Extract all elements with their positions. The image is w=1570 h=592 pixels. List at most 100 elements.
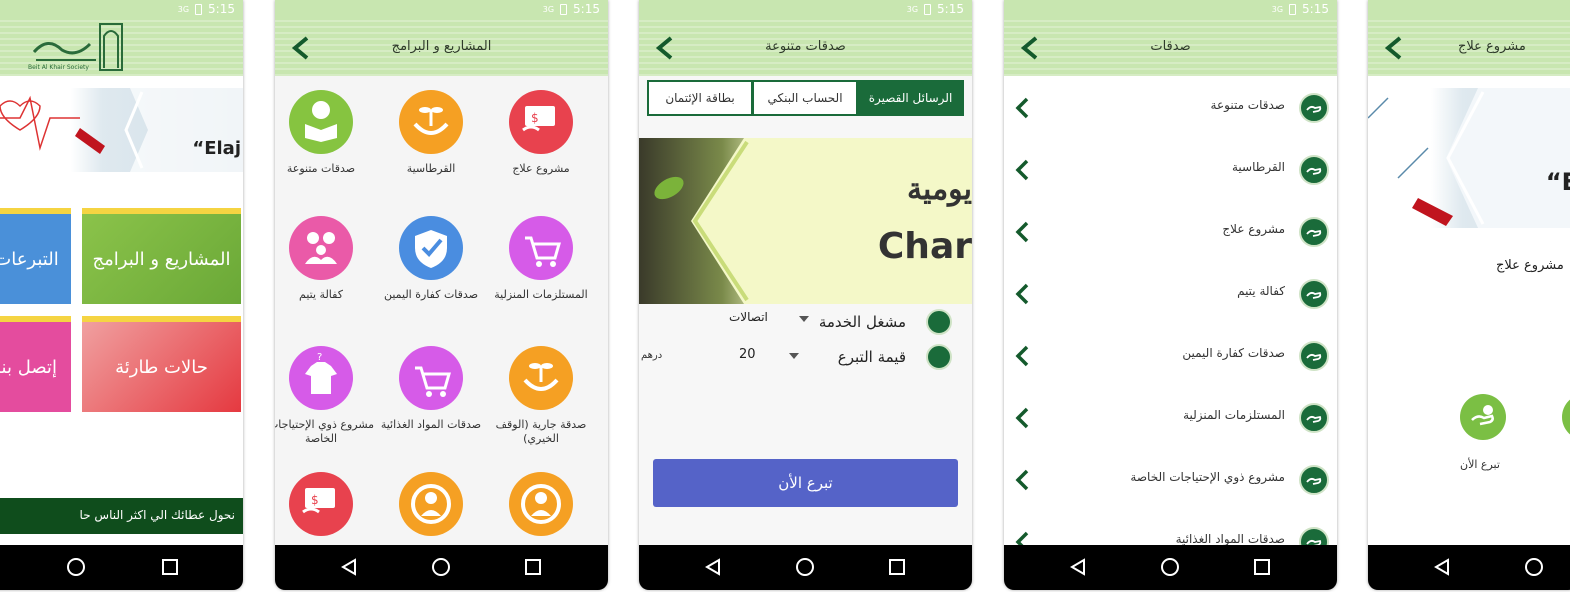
project-item[interactable]: ? مشروع ذوي الإحتياجات الخاصة [275,346,376,446]
project-item-label: كفالة يتيم [299,288,343,301]
battery-icon [1289,3,1297,15]
family-icon [289,216,353,280]
beit-al-khair-logo: Beit Al Khair Society [28,22,128,74]
chevron-left-icon [1015,97,1029,119]
status-time: 5:15 [937,2,964,16]
donate-now-button-label: تبرع الأن [778,474,833,492]
project-item[interactable]: كفالة يتيم [275,216,376,302]
project-item-label: مشروع ذوي الإحتياجات الخاصة [275,418,375,445]
mother-child-icon [399,472,463,536]
app-bar: صدقات [1004,20,1337,76]
page-title: صدقات متنوعة [765,39,846,54]
list-item[interactable]: القرطاسية [1004,140,1337,202]
donate-hand-icon [1299,217,1329,247]
tab-card[interactable]: بطاقة الإئتمان [647,80,753,116]
project-item-label: مشروع علاج [512,162,570,175]
phone-screen-treatment-project: مشروع علاج “E مشروع علاج تبرع الأن [1368,0,1570,590]
logo-text-en: Beit Al Khair Society [28,64,89,71]
project-item[interactable]: صدقات متنوعة [275,90,376,176]
status-time: 5:15 [208,2,235,16]
heartbeat-pill-graphic [0,88,243,172]
list-item[interactable]: كفالة يتيم [1004,264,1337,326]
currency-label: درهم [641,350,663,361]
list-item[interactable]: صدقات كفارة اليمين [1004,326,1337,388]
project-item[interactable]: صدقات كفارة اليمين [376,216,486,302]
nav-back-icon[interactable] [1068,557,1088,577]
tile-projects[interactable]: المشاريع و البرامج [82,208,241,304]
home-icon[interactable] [1524,557,1544,577]
recents-icon[interactable] [160,557,180,577]
project-item[interactable]: $ مشروع علاج [486,90,596,176]
tile-contact-label: إتصل بنا [0,356,57,378]
nav-back-icon[interactable] [339,557,359,577]
mother-child-icon [509,472,573,536]
reading-book-icon [289,90,353,154]
operator-select[interactable]: اتصالات [729,310,809,330]
operator-icon [926,309,952,335]
tab-bank[interactable]: الحساب البنكي [752,80,858,116]
amount-select[interactable]: 20 [739,347,799,367]
list-item[interactable]: مشروع ذوي الإحتياجات الخاصة [1004,450,1337,512]
donate-hand-icon-partial[interactable] [1562,394,1570,440]
list-item[interactable]: مشروع علاج [1004,202,1337,264]
donate-hand-icon [1299,465,1329,495]
operator-label: مشغل الخدمة [818,313,906,331]
status-time: 5:15 [573,2,600,16]
donate-hand-icon [1299,279,1329,309]
home-icon[interactable] [795,557,815,577]
list-item-label: القرطاسية [1232,160,1285,174]
charity-banner: يومية Char [639,138,972,304]
battery-icon [560,3,568,15]
home-icon[interactable] [66,557,86,577]
project-item[interactable]: صدقة جارية (الوقف الخيري) [486,346,596,446]
nav-back-icon[interactable] [1432,557,1452,577]
list-item-label: صدقات متنوعة [1210,98,1285,112]
project-item[interactable]: $ [275,472,376,544]
amount-icon [926,344,952,370]
tab-card-label: بطاقة الإئتمان [665,91,735,105]
project-item[interactable]: صدقات المواد الغذائية [376,346,486,432]
project-item[interactable]: القرطاسية [376,90,486,176]
status-bar: 3G 5:15 [0,0,243,20]
project-item[interactable]: المستلزمات المنزلية [486,216,596,302]
status-bar: 3G 5:15 [639,0,972,20]
dropdown-arrow-icon [789,353,799,359]
svg-text:$: $ [531,111,539,125]
chevron-left-icon [1015,407,1029,429]
tab-sms[interactable]: الرسائل القصيرة [857,80,964,116]
donate-hand-icon[interactable] [1460,394,1506,440]
android-nav-bar [275,545,608,590]
project-item-label: صدقات كفارة اليمين [383,288,479,301]
dropdown-arrow-icon [799,316,809,322]
chevron-left-icon [1015,531,1029,545]
list-item[interactable]: صدقات متنوعة [1004,78,1337,140]
tile-contact[interactable]: إتصل بنا [0,316,71,412]
project-heading: مشروع علاج [1496,258,1564,273]
projects-grid: $ مشروع علاج القرطاسية صدقات متنوعة المستلزم… [275,76,608,557]
signal-indicator: 3G [177,4,190,14]
list-item[interactable]: صدقات المواد الغذائية [1004,512,1337,545]
recents-icon[interactable] [887,557,907,577]
project-item[interactable] [376,472,486,544]
tile-emergency[interactable]: حالات طارئة [82,316,241,412]
svg-text:?: ? [317,352,322,363]
nav-back-icon[interactable] [703,557,723,577]
home-icon[interactable] [431,557,451,577]
chevron-left-icon [1015,221,1029,243]
donate-hand-icon [1299,527,1329,545]
donate-now-button[interactable]: تبرع الأن [653,459,958,507]
tab-bank-label: الحساب البنكي [767,91,843,105]
recents-icon[interactable] [523,557,543,577]
tile-donations[interactable]: التبرعات [0,208,71,304]
phone-screen-donate-form: 3G 5:15 صدقات متنوعة الرسائل القصيرة الحس… [639,0,972,590]
banner-image: “E [1368,88,1570,228]
list-item[interactable]: المستلزمات المنزلية [1004,388,1337,450]
page-title: المشاريع و البرامج [391,39,492,54]
back-arrow-icon[interactable] [1382,34,1406,62]
android-nav-bar [1368,545,1570,590]
svg-text:$: $ [311,493,319,507]
recents-icon[interactable] [1252,557,1272,577]
signal-indicator: 3G [542,4,555,14]
home-icon[interactable] [1160,557,1180,577]
phone-screen-home: 3G 5:15 Beit Al Khair Society “Elaj التبر… [0,0,243,590]
